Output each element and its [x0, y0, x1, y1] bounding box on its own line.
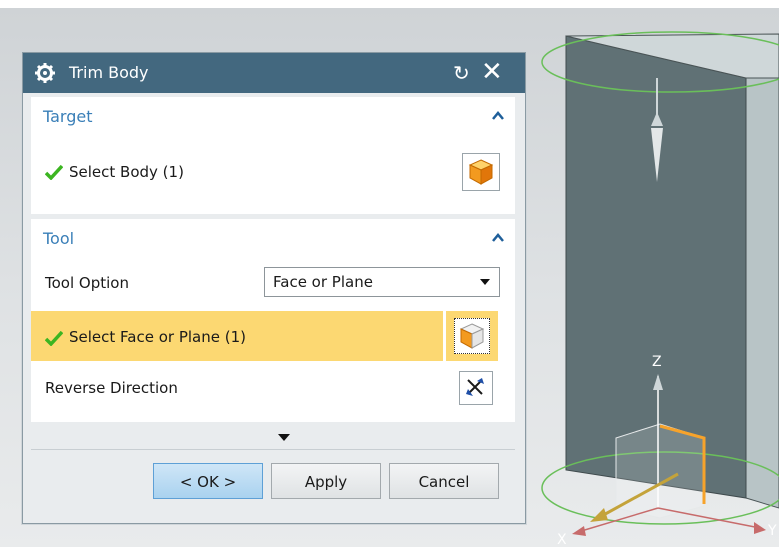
- x-axis-label: X: [557, 532, 567, 547]
- y-axis-label: Y: [767, 523, 777, 539]
- close-icon[interactable]: ✕: [481, 57, 503, 87]
- check-icon: [45, 164, 63, 180]
- dialog-title: Trim Body: [69, 63, 149, 82]
- apply-button[interactable]: Apply: [271, 463, 381, 499]
- select-face-button[interactable]: [454, 318, 490, 354]
- chevron-down-icon: [480, 279, 490, 285]
- solid-cube-icon: [468, 159, 494, 185]
- footer-divider: [31, 449, 515, 450]
- gear-icon: [35, 63, 55, 83]
- select-face-label[interactable]: Select Face or Plane (1): [69, 328, 246, 346]
- reverse-direction-icon: [466, 378, 484, 396]
- tool-group: Tool Tool Option Face or Plane Select Fa…: [31, 219, 515, 422]
- tool-option-value: Face or Plane: [273, 273, 373, 291]
- cancel-button[interactable]: Cancel: [389, 463, 499, 499]
- check-icon: [45, 330, 63, 346]
- select-body-button[interactable]: [462, 153, 500, 191]
- chevron-up-icon[interactable]: [491, 231, 505, 245]
- select-body-label[interactable]: Select Body (1): [69, 163, 184, 181]
- more-options-caret-icon[interactable]: [278, 434, 290, 441]
- trim-body-dialog: Trim Body ↻ ✕ Target Select Body (1) Too…: [22, 52, 526, 524]
- tool-option-label: Tool Option: [45, 274, 129, 292]
- reverse-direction-label: Reverse Direction: [45, 379, 178, 397]
- ok-button[interactable]: < OK >: [153, 463, 263, 499]
- tool-option-select[interactable]: Face or Plane: [264, 267, 500, 297]
- tool-group-header[interactable]: Tool: [43, 229, 74, 248]
- reset-icon[interactable]: ↻: [453, 61, 470, 85]
- dialog-titlebar[interactable]: Trim Body ↻ ✕: [23, 53, 525, 93]
- face-cube-icon: [459, 323, 485, 349]
- target-group: Target Select Body (1): [31, 97, 515, 214]
- z-axis-label: Z: [652, 354, 662, 370]
- reverse-direction-button[interactable]: [459, 371, 493, 405]
- chevron-up-icon[interactable]: [491, 109, 505, 123]
- target-group-header[interactable]: Target: [43, 107, 93, 126]
